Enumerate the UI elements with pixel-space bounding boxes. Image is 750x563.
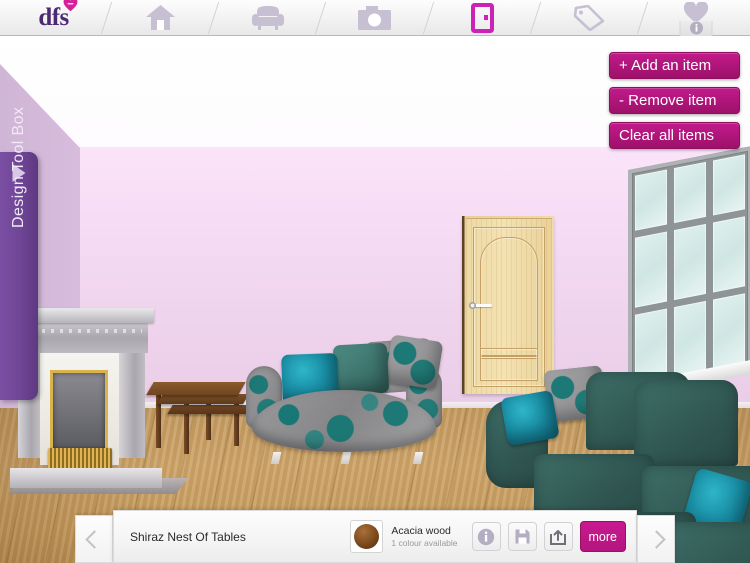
window-pane: [674, 224, 706, 300]
chevron-left-icon: [84, 529, 104, 549]
fireplace-column-right: [119, 353, 145, 458]
heart-icon: [63, 0, 78, 12]
home-icon: [146, 5, 176, 30]
fireplace-opening: [50, 370, 108, 452]
previous-product-button[interactable]: [75, 515, 113, 563]
swatch-text: Acacia wood 1 colour available: [391, 525, 457, 549]
action-button-group: + Add an item - Remove item Clear all it…: [609, 52, 740, 149]
brand-logo[interactable]: dfs: [0, 0, 107, 36]
product-share-button[interactable]: [543, 522, 573, 551]
share-icon: [550, 529, 567, 545]
window-pane: [635, 231, 667, 308]
nest-of-tables[interactable]: [146, 382, 253, 454]
design-tool-box-tab[interactable]: Design Tool Box: [0, 107, 38, 400]
add-item-button[interactable]: + Add an item: [609, 52, 740, 79]
table-top-large: [146, 382, 246, 395]
scatter-cushion: [500, 389, 560, 447]
fireplace[interactable]: [7, 308, 189, 494]
info-badge[interactable]: [679, 20, 713, 36]
table-top-small: [167, 405, 253, 414]
colour-swatch[interactable]: [350, 520, 384, 553]
window-panes: [635, 154, 745, 384]
toolbar-item-offers[interactable]: [536, 0, 643, 36]
product-bar: Shiraz Nest Of Tables Acacia wood 1 colo…: [113, 510, 637, 563]
toolbar-item-room[interactable]: [429, 0, 536, 36]
toolbar-item-home[interactable]: [107, 0, 214, 36]
window-pane: [635, 169, 667, 232]
info-icon: [477, 528, 495, 545]
product-bar-container: Shiraz Nest Of Tables Acacia wood 1 colo…: [0, 505, 750, 563]
next-product-button[interactable]: [637, 515, 675, 563]
more-button[interactable]: more: [579, 521, 626, 552]
info-icon: [689, 21, 703, 35]
product-save-button[interactable]: [507, 522, 537, 551]
floppy-disk-icon: [515, 529, 530, 544]
sofa-back-cushion: [634, 380, 738, 466]
door-icon: [470, 2, 494, 33]
app-root: dfs Design Tool Box + Add an item - Remo…: [0, 0, 750, 563]
swatch-name: Acacia wood: [391, 524, 451, 537]
window-pane: [674, 161, 706, 224]
product-action-buttons: more: [471, 521, 626, 552]
colour-swatch-group[interactable]: Acacia wood 1 colour available: [350, 520, 458, 553]
swatch-availability: 1 colour available: [391, 537, 458, 548]
product-info-button[interactable]: [471, 522, 501, 551]
swatch-colour-dot: [354, 524, 380, 549]
door-handle-icon: [469, 302, 492, 309]
product-title: Shiraz Nest Of Tables: [130, 529, 246, 544]
clear-all-items-button[interactable]: Clear all items: [609, 122, 740, 149]
price-tag-icon: [573, 4, 605, 31]
scatter-cushion: [384, 334, 444, 390]
top-toolbar: dfs: [0, 0, 750, 36]
scatter-cushion: [332, 342, 390, 396]
window-pane: [713, 216, 745, 293]
toolbar-item-favourites[interactable]: [643, 0, 750, 36]
door-panel-arch: [480, 237, 538, 359]
dfs-logo-icon: dfs: [38, 0, 78, 30]
window-pane: [713, 154, 745, 216]
chevron-right-icon: [646, 529, 666, 549]
cuddle-chair[interactable]: [246, 334, 444, 464]
camera-icon: [358, 5, 392, 30]
armchair-icon: [251, 5, 284, 30]
toolbar-item-camera[interactable]: [321, 0, 428, 36]
table-top-medium: [157, 394, 249, 404]
remove-item-button[interactable]: - Remove item: [609, 87, 740, 114]
toolbar-item-furniture[interactable]: [214, 0, 321, 36]
fireplace-base: [10, 468, 162, 488]
